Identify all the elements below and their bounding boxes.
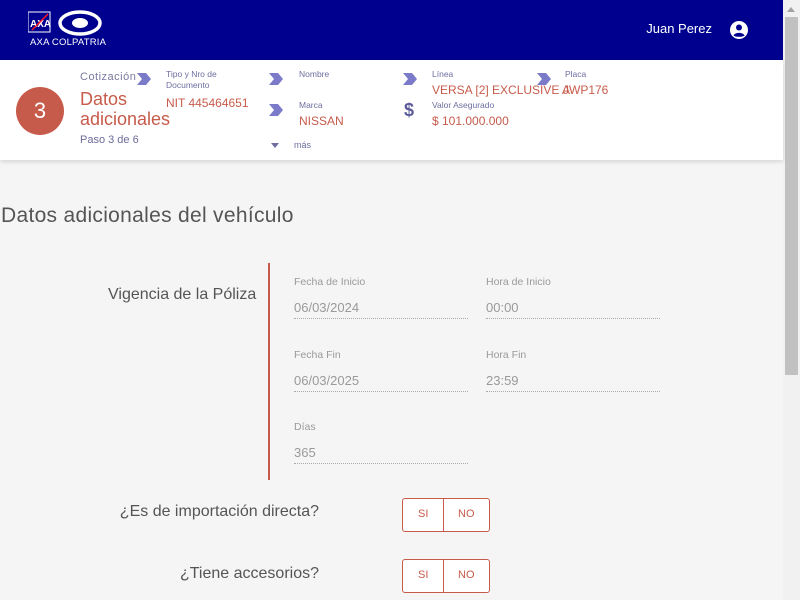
importacion-directa-question: ¿Es de importación directa? bbox=[119, 503, 319, 520]
scroll-up-arrow-icon[interactable] bbox=[787, 7, 795, 12]
dias-value: 365 bbox=[294, 445, 316, 460]
chevron-right-icon bbox=[137, 73, 151, 85]
accesorios-question: ¿Tiene accesorios? bbox=[179, 565, 319, 582]
valor-asegurado-label: Valor Asegurado bbox=[432, 100, 495, 110]
fecha-inicio-value: 06/03/2024 bbox=[294, 300, 360, 315]
hora-inicio-value: 00:00 bbox=[486, 300, 519, 315]
caret-down-icon[interactable] bbox=[271, 143, 279, 148]
placa-value: JWP176 bbox=[563, 83, 609, 97]
chevron-right-icon bbox=[269, 104, 283, 116]
dias-label: Días bbox=[294, 421, 316, 433]
scroll-thumb[interactable] bbox=[785, 17, 798, 375]
importacion-si-option[interactable]: SI bbox=[418, 508, 428, 520]
fecha-inicio-label: Fecha de Inicio bbox=[294, 276, 366, 288]
hora-inicio-label: Hora de Inicio bbox=[486, 276, 551, 288]
linea-label: Línea bbox=[432, 69, 454, 79]
step-progress: Paso 3 de 6 bbox=[80, 134, 139, 146]
top-bar: AXA AXA COLPATRIA Juan Perez bbox=[0, 0, 783, 60]
valor-asegurado-value: $ 101.000.000 bbox=[432, 114, 509, 128]
logo-mark-icon: AXA bbox=[28, 10, 102, 36]
brand-name: AXA COLPATRIA bbox=[30, 37, 107, 48]
vigencia-divider bbox=[268, 263, 270, 480]
more-toggle[interactable]: más bbox=[294, 140, 311, 150]
section-title: Datos adicionales del vehículo bbox=[1, 204, 294, 227]
hora-fin-value: 23:59 bbox=[486, 373, 519, 388]
fecha-fin-field[interactable]: Fecha Fin 06/03/2025 bbox=[294, 349, 468, 392]
hora-inicio-field[interactable]: Hora de Inicio 00:00 bbox=[486, 276, 660, 319]
accesorios-si-option[interactable]: SI bbox=[418, 569, 428, 581]
accesorios-toggle[interactable]: SI NO bbox=[402, 559, 490, 593]
hora-fin-label: Hora Fin bbox=[486, 349, 527, 361]
toggle-divider bbox=[443, 499, 444, 531]
fecha-inicio-field[interactable]: Fecha de Inicio 06/03/2024 bbox=[294, 276, 468, 319]
fecha-fin-label: Fecha Fin bbox=[294, 349, 341, 361]
user-account-icon[interactable] bbox=[729, 20, 749, 40]
dollar-icon: $ bbox=[404, 100, 415, 120]
chevron-right-icon bbox=[537, 73, 551, 85]
quote-summary-panel: 3 Cotización Datos adicionales Paso 3 de… bbox=[0, 60, 783, 160]
documento-label: Tipo y Nro de Documento bbox=[166, 69, 217, 90]
marca-value: NISSAN bbox=[299, 114, 344, 128]
chevron-right-icon bbox=[403, 73, 417, 85]
documento-value: NIT 445464651 bbox=[166, 96, 249, 110]
placa-label: Placa bbox=[565, 69, 587, 79]
importacion-directa-toggle[interactable]: SI NO bbox=[402, 498, 490, 532]
vigencia-label: Vigencia de la Póliza bbox=[108, 286, 257, 303]
cotizacion-label: Cotización bbox=[80, 71, 137, 83]
linea-value: VERSA [2] EXCLUSIVE A bbox=[432, 83, 571, 97]
toggle-divider bbox=[443, 560, 444, 592]
fecha-fin-value: 06/03/2025 bbox=[294, 373, 360, 388]
importacion-no-option[interactable]: NO bbox=[458, 508, 475, 520]
axa-colpatria-logo[interactable]: AXA AXA COLPATRIA bbox=[28, 10, 108, 50]
page-scrollbar[interactable] bbox=[783, 0, 800, 600]
username[interactable]: Juan Perez bbox=[646, 21, 712, 36]
step-number-badge: 3 bbox=[16, 87, 64, 135]
accesorios-no-option[interactable]: NO bbox=[458, 569, 475, 581]
hora-fin-field[interactable]: Hora Fin 23:59 bbox=[486, 349, 660, 392]
marca-label: Marca bbox=[299, 100, 323, 110]
nombre-label: Nombre bbox=[299, 69, 330, 79]
dias-field[interactable]: Días 365 bbox=[294, 421, 468, 464]
chevron-right-icon bbox=[269, 73, 283, 85]
